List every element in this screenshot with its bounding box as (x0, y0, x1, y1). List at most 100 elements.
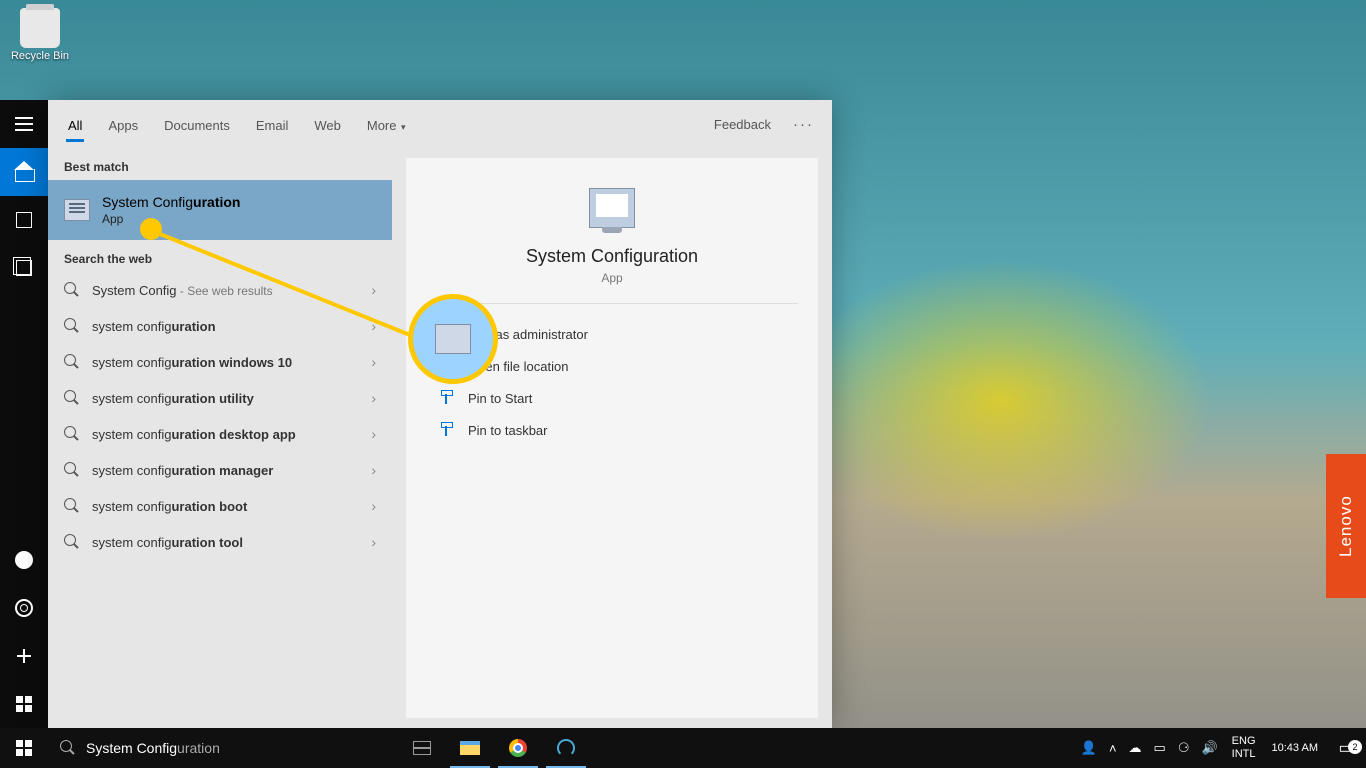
tray-volume-icon[interactable]: 🔊 (1195, 740, 1223, 756)
start-button[interactable] (0, 728, 48, 768)
search-icon (60, 740, 76, 756)
system-tray: 👤 ˄ ☁ ▭ ⚆ 🔊 ENGINTL 10:43 AM ▭2 (1075, 728, 1366, 768)
tray-notifications[interactable]: ▭2 (1326, 738, 1366, 758)
rail-home-button[interactable] (0, 148, 48, 196)
lenovo-sidebar-tab[interactable]: Lenovo (1326, 454, 1366, 598)
web-result[interactable]: System Config - See web results› (48, 272, 392, 308)
tray-wifi-icon[interactable]: ⚆ (1172, 740, 1196, 756)
web-result[interactable]: system configuration windows 10 › (48, 344, 392, 380)
gear-icon (15, 599, 33, 617)
tab-more[interactable]: More ▾ (355, 108, 418, 141)
rail-settings-button[interactable] (0, 584, 48, 632)
apps-icon (16, 212, 32, 228)
action-pin-to-taskbar[interactable]: Pin to taskbar (434, 414, 790, 446)
detail-title: System Configuration (426, 246, 798, 267)
search-panel: All Apps Documents Email Web More ▾ Feed… (48, 100, 832, 728)
tray-chevron-up[interactable]: ˄ (1103, 741, 1123, 756)
user-icon (15, 551, 33, 569)
tray-language[interactable]: ENGINTL (1224, 735, 1264, 761)
web-result-text: system configuration manager (92, 463, 359, 478)
rail-documents-button[interactable] (0, 244, 48, 292)
web-result-text: system configuration utility (92, 391, 359, 406)
web-result[interactable]: system configuration desktop app › (48, 416, 392, 452)
tab-email[interactable]: Email (244, 108, 301, 141)
best-match-result[interactable]: System Configuration App (48, 180, 392, 240)
search-icon (64, 426, 80, 442)
best-match-subtitle: App (102, 212, 241, 226)
web-result-text: system configuration (92, 319, 359, 334)
chevron-right-icon: › (371, 390, 376, 406)
file-explorer-taskbar[interactable] (446, 728, 494, 768)
annotation-dot (140, 218, 162, 240)
more-options-button[interactable]: ··· (783, 116, 824, 133)
search-input-text: System Configuration (86, 740, 220, 756)
chevron-right-icon: › (371, 354, 376, 370)
chevron-right-icon: › (371, 534, 376, 550)
recycle-bin-icon (20, 8, 60, 48)
hamburger-icon (15, 123, 33, 125)
detail-app-icon (589, 188, 635, 228)
rail-menu-button[interactable] (0, 100, 48, 148)
documents-icon (16, 260, 32, 276)
tray-people[interactable]: 👤 (1075, 740, 1103, 756)
web-result-text: system configuration windows 10 (92, 355, 359, 370)
tab-documents[interactable]: Documents (152, 108, 242, 141)
rail-apps-button[interactable] (0, 196, 48, 244)
start-left-rail (0, 100, 48, 728)
best-match-title: System Configuration (102, 194, 241, 210)
web-result-text: system configuration tool (92, 535, 359, 550)
tray-battery-icon[interactable]: ▭ (1148, 740, 1172, 756)
search-icon (64, 498, 80, 514)
desktop: Recycle Bin All Apps Documents Email Web… (0, 0, 1366, 768)
tray-onedrive-icon[interactable]: ☁ (1123, 740, 1148, 756)
best-match-label: Best match (48, 148, 392, 180)
search-icon (64, 390, 80, 406)
chevron-right-icon: › (371, 426, 376, 442)
windows-icon (16, 696, 32, 712)
search-icon (64, 534, 80, 550)
recycle-bin-label: Recycle Bin (10, 50, 70, 62)
pin-icon (438, 390, 454, 406)
detail-subtitle: App (426, 271, 798, 285)
search-icon (64, 354, 80, 370)
pin-icon (438, 422, 454, 438)
web-result[interactable]: system configuration utility › (48, 380, 392, 416)
chevron-down-icon: ▾ (398, 122, 405, 132)
system-configuration-icon (64, 199, 90, 221)
windows-logo-icon (16, 740, 32, 756)
web-result-text: system configuration desktop app (92, 427, 359, 442)
chevron-right-icon: › (371, 498, 376, 514)
detail-card: System Configuration App Run as administ… (406, 158, 818, 718)
taskbar: System Configuration 👤 ˄ ☁ ▭ ⚆ 🔊 ENGINTL… (0, 728, 1366, 768)
search-icon (64, 462, 80, 478)
tab-all[interactable]: All (56, 108, 94, 141)
add-user-icon (17, 649, 31, 663)
rail-account-button[interactable] (0, 536, 48, 584)
web-result[interactable]: system configuration› (48, 308, 392, 344)
tab-web[interactable]: Web (302, 108, 353, 141)
task-view-icon (413, 741, 431, 755)
headset-icon (557, 739, 575, 757)
chrome-taskbar[interactable] (494, 728, 542, 768)
rail-start-button[interactable] (0, 680, 48, 728)
recycle-bin[interactable]: Recycle Bin (10, 8, 70, 62)
tray-clock[interactable]: 10:43 AM (1264, 742, 1326, 755)
results-column: Best match System Configuration App Sear… (48, 148, 392, 728)
app-taskbar[interactable] (542, 728, 590, 768)
web-result[interactable]: system configuration tool › (48, 524, 392, 560)
file-explorer-icon (460, 741, 480, 755)
rail-add-button[interactable] (0, 632, 48, 680)
web-result[interactable]: system configuration boot› (48, 488, 392, 524)
search-icon (64, 318, 80, 334)
feedback-link[interactable]: Feedback (704, 117, 781, 132)
search-icon (64, 282, 80, 298)
annotation-zoom-icon (435, 324, 471, 354)
task-view-button[interactable] (398, 728, 446, 768)
taskbar-search-box[interactable]: System Configuration (48, 728, 392, 768)
chevron-right-icon: › (371, 462, 376, 478)
chrome-icon (509, 739, 527, 757)
tab-apps[interactable]: Apps (96, 108, 150, 141)
annotation-circle (408, 294, 498, 384)
web-result[interactable]: system configuration manager › (48, 452, 392, 488)
action-pin-to-start[interactable]: Pin to Start (434, 382, 790, 414)
